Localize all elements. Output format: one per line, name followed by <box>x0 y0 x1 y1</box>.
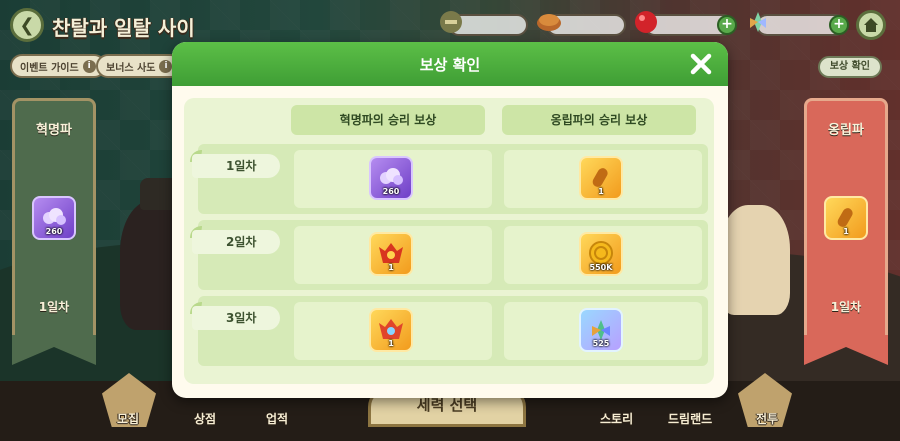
add-gem-button[interactable]: + <box>717 15 737 35</box>
reward-table: 혁명파의 승리 보상 옹립파의 승리 보상 1일차 260 1 2일차 1 55… <box>184 98 714 384</box>
nav-dreamland[interactable]: 드림랜드 <box>668 410 712 427</box>
royalist-faction-banner[interactable]: 옹립파 1 1일차 <box>804 98 888 338</box>
info-icon: i <box>159 59 173 73</box>
reward-check-modal: 보상 확인 혁명파의 승리 보상 옹립파의 승리 보상 1일차 260 1 2일… <box>172 42 728 398</box>
table-row: 1일차 260 1 <box>190 144 708 214</box>
purple-crystal-icon[interactable]: 260 <box>369 156 413 200</box>
item-quantity: 1 <box>388 339 394 348</box>
royalist-character <box>720 205 790 315</box>
day-label: 1일차 <box>192 154 280 178</box>
add-crystal-button[interactable]: + <box>829 15 849 35</box>
table-row: 2일차 1 550K <box>190 220 708 290</box>
close-icon[interactable] <box>688 51 714 77</box>
reward-cell-royalist: 550K <box>504 226 702 284</box>
nav-achievements[interactable]: 업적 <box>266 410 288 427</box>
reward-cell-revolution: 1 <box>294 226 492 284</box>
nav-recruit[interactable]: 모집 <box>117 410 139 427</box>
bread-icon <box>537 14 561 31</box>
modal-title: 보상 확인 <box>419 55 481 74</box>
crystal-leaf-icon[interactable]: 525 <box>579 308 623 352</box>
reward-cell-royalist: 1 <box>504 150 702 208</box>
column-header-royalist: 옹립파의 승리 보상 <box>502 105 696 135</box>
home-button[interactable] <box>856 10 886 40</box>
day-label: 3일차 <box>192 306 280 330</box>
item-quantity: 525 <box>592 339 610 348</box>
home-icon <box>864 18 878 32</box>
back-button[interactable]: ❮ <box>10 8 44 42</box>
day-label: 2일차 <box>192 230 280 254</box>
chevron-left-icon: ❮ <box>19 14 35 36</box>
nav-story[interactable]: 스토리 <box>600 410 633 427</box>
nav-battle[interactable]: 전투 <box>756 410 778 427</box>
crystal-leaf-icon <box>750 12 766 32</box>
flame-crest-icon[interactable]: 1 <box>369 232 413 276</box>
column-header-revolution: 혁명파의 승리 보상 <box>291 105 485 135</box>
faction-name: 혁명파 <box>36 123 72 138</box>
event-guide-button[interactable]: 이벤트 가이드 i <box>10 54 106 78</box>
golden-bread-icon[interactable]: 1 <box>579 156 623 200</box>
reward-check-button[interactable]: 보상 확인 <box>817 56 882 78</box>
bonus-cookie-button[interactable]: 보너스 사도 i <box>96 54 183 78</box>
nav-shop[interactable]: 상점 <box>194 410 216 427</box>
golden-bread-icon: 1 <box>824 196 868 240</box>
reward-cell-revolution: 260 <box>294 150 492 208</box>
item-quantity: 260 <box>382 187 400 196</box>
faction-day: 1일차 <box>830 300 862 314</box>
reward-cell-revolution: 1 <box>294 302 492 360</box>
item-quantity: 1 <box>598 187 604 196</box>
page-title: 찬탈과 일탈 사이 <box>52 16 195 40</box>
revolution-faction-banner[interactable]: 혁명파 260 1일차 <box>12 98 96 338</box>
faction-day: 1일차 <box>38 300 70 314</box>
wrench-icon <box>440 11 462 33</box>
bonus-cookie-label: 보너스 사도 <box>106 62 156 74</box>
purple-crystal-icon: 260 <box>32 196 76 240</box>
table-row: 3일차 1 525 <box>190 296 708 366</box>
item-quantity: 1 <box>843 227 849 236</box>
faction-name: 옹립파 <box>828 123 864 138</box>
event-guide-label: 이벤트 가이드 <box>20 62 79 74</box>
reward-cell-royalist: 525 <box>504 302 702 360</box>
item-quantity: 260 <box>45 227 63 236</box>
gold-coin-icon[interactable]: 550K <box>579 232 623 276</box>
info-icon: i <box>82 59 96 73</box>
red-gem-icon <box>635 11 657 33</box>
modal-header: 보상 확인 <box>172 42 728 86</box>
item-quantity: 1 <box>388 263 394 272</box>
item-quantity: 550K <box>589 263 613 272</box>
flame-crest-sparkle-icon[interactable]: 1 <box>369 308 413 352</box>
